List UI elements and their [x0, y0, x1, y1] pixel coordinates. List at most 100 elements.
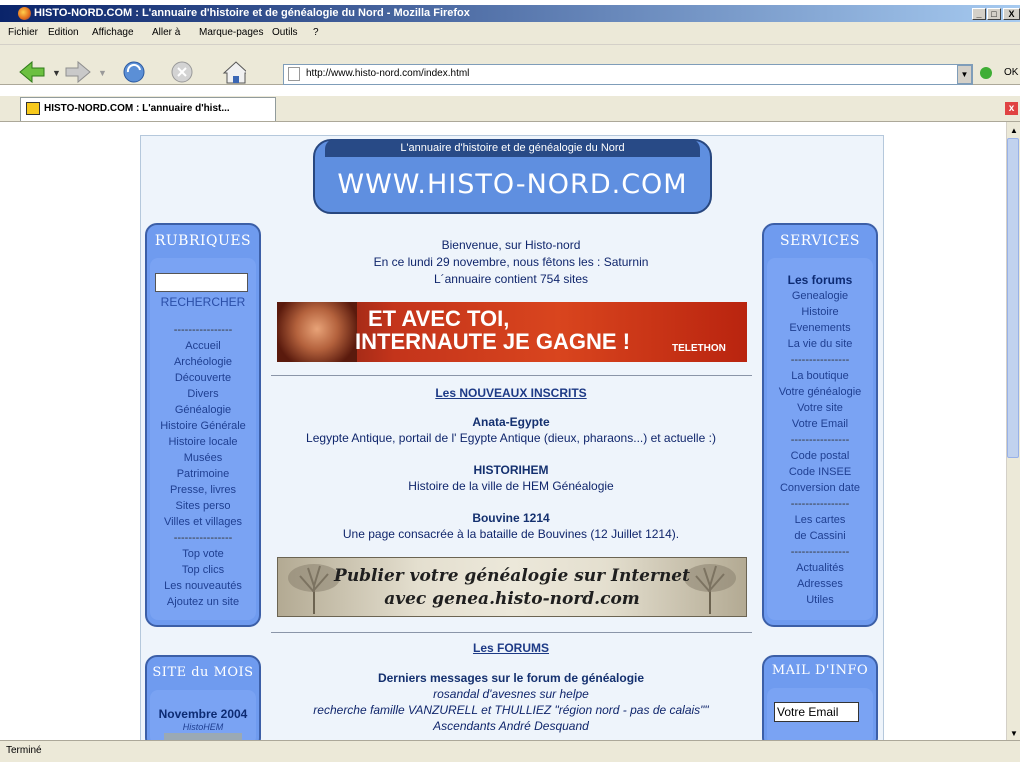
- service-item[interactable]: La vie du site: [762, 336, 878, 352]
- telethon-line1: ET AVEC TOI,: [368, 306, 510, 331]
- telethon-line2: INTERNAUTE JE GAGNE !: [355, 329, 631, 354]
- close-window-button[interactable]: X: [1003, 8, 1020, 20]
- rubrique-item[interactable]: Accueil: [150, 338, 256, 354]
- fete-line: En ce lundi 29 novembre, nous fêtons les…: [373, 255, 649, 269]
- rubrique-item[interactable]: Archéologie: [150, 354, 256, 370]
- forums-heading[interactable]: Les FORUMS: [268, 641, 754, 655]
- menu-marque-pages[interactable]: Marque-pages: [199, 27, 263, 38]
- email-field[interactable]: [774, 702, 859, 722]
- site-du-mois-thumbnail[interactable]: [164, 733, 242, 740]
- menu-help[interactable]: ?: [313, 27, 319, 38]
- service-item[interactable]: Votre site: [762, 400, 878, 416]
- service-item[interactable]: Utiles: [762, 592, 878, 608]
- search-input[interactable]: [155, 273, 248, 292]
- rubrique-item[interactable]: Presse, livres: [150, 482, 256, 498]
- service-item[interactable]: Evenements: [762, 320, 878, 336]
- tab-label[interactable]: HISTO-NORD.COM : L'annuaire d'hist...: [44, 103, 230, 114]
- rubrique-item[interactable]: Histoire locale: [150, 434, 256, 450]
- service-item[interactable]: Code INSEE: [762, 464, 878, 480]
- service-item[interactable]: Les cartes: [762, 512, 878, 528]
- divider-text: ----------------: [173, 324, 233, 336]
- welcome-line: Bienvenue, sur Histo-nord: [441, 238, 581, 252]
- rubrique-item[interactable]: Musées: [150, 450, 256, 466]
- banner-title[interactable]: WWW.HISTO-NORD.COM: [313, 160, 712, 210]
- menu-aller[interactable]: Aller à: [152, 27, 180, 38]
- service-forums[interactable]: Les forums: [762, 272, 878, 288]
- reload-icon[interactable]: [123, 61, 145, 83]
- publish-line2: avec genea.histo-nord.com: [384, 589, 640, 609]
- services-title: SERVICES: [779, 233, 860, 249]
- maximize-button[interactable]: □: [987, 8, 1001, 20]
- service-item[interactable]: Actualités: [762, 560, 878, 576]
- scroll-up-icon[interactable]: ▲: [1010, 126, 1018, 135]
- divider: [271, 632, 752, 633]
- stop-icon[interactable]: [171, 61, 193, 83]
- rubrique-item[interactable]: Découverte: [150, 370, 256, 386]
- rubrique-item[interactable]: Top clics: [150, 562, 256, 578]
- service-item[interactable]: Votre Email: [762, 416, 878, 432]
- menu-fichier[interactable]: Fichier: [8, 27, 38, 38]
- service-item[interactable]: Code postal: [762, 448, 878, 464]
- service-item[interactable]: Conversion date: [762, 480, 878, 496]
- rubrique-item[interactable]: Top vote: [150, 546, 256, 562]
- rubrique-item[interactable]: Généalogie: [150, 402, 256, 418]
- nouveaux-inscrits-heading[interactable]: Les NOUVEAUX INSCRITS: [268, 386, 754, 400]
- forum-message[interactable]: Ascendants André Desquand: [268, 719, 754, 733]
- menu-outils[interactable]: Outils: [272, 27, 298, 38]
- rubrique-item[interactable]: Divers: [150, 386, 256, 402]
- forum-message[interactable]: recherche famille VANZURELL et THULLIEZ …: [268, 703, 754, 717]
- inscrit-name[interactable]: Bouvine 1214: [268, 511, 754, 525]
- service-item[interactable]: Histoire: [762, 304, 878, 320]
- divider-text: ----------------: [173, 532, 233, 544]
- back-dropdown-icon[interactable]: ▼: [52, 68, 61, 78]
- rubrique-item[interactable]: Les nouveautés: [150, 578, 256, 594]
- site-du-mois-title: SITE du MOIS: [152, 665, 254, 680]
- site-count: L´annuaire contient 754 sites: [433, 272, 589, 286]
- go-button[interactable]: OK: [1004, 67, 1018, 78]
- rubrique-item[interactable]: Patrimoine: [150, 466, 256, 482]
- service-item[interactable]: Genealogie: [762, 288, 878, 304]
- forum-message[interactable]: rosandal d'avesnes sur helpe: [268, 687, 754, 701]
- rubrique-item[interactable]: Villes et villages: [150, 514, 256, 530]
- inscrit-desc: Une page consacrée à la bataille de Bouv…: [342, 527, 680, 541]
- lion-favicon-icon: [26, 102, 40, 115]
- service-item[interactable]: Adresses: [762, 576, 878, 592]
- forums-subheading: Derniers messages sur le forum de généal…: [377, 671, 645, 685]
- forward-icon[interactable]: [65, 60, 91, 84]
- window-title: HISTO-NORD.COM : L'annuaire d'histoire e…: [34, 7, 470, 19]
- rubrique-item[interactable]: Histoire Générale: [150, 418, 256, 434]
- divider: [271, 375, 752, 376]
- status-text: Terminé: [6, 745, 42, 756]
- scrollbar-thumb[interactable]: [1007, 138, 1019, 458]
- minimize-button[interactable]: _: [972, 8, 986, 20]
- inscrit-desc: Legypte Antique, portail de l' Egypte An…: [306, 431, 716, 445]
- home-icon[interactable]: [222, 61, 246, 84]
- menu-edition[interactable]: Edition: [48, 27, 79, 38]
- scroll-down-icon[interactable]: ▼: [1010, 729, 1018, 738]
- search-button[interactable]: RECHERCHER: [150, 294, 256, 310]
- divider-text: ----------------: [790, 354, 850, 366]
- rubrique-item[interactable]: Sites perso: [150, 498, 256, 514]
- telethon-logo: TELETHON: [672, 343, 726, 354]
- rubrique-item[interactable]: Ajoutez un site: [150, 594, 256, 610]
- service-item[interactable]: La boutique: [762, 368, 878, 384]
- url-dropdown-icon[interactable]: ▼: [957, 65, 972, 84]
- firefox-icon: [18, 7, 31, 20]
- address-url[interactable]: http://www.histo-nord.com/index.html: [306, 68, 469, 79]
- divider-text: ----------------: [790, 546, 850, 558]
- mail-title: MAIL D'INFO: [771, 663, 869, 678]
- inscrit-desc: Histoire de la ville de HEM Généalogie: [408, 479, 614, 493]
- publish-line1: Publier votre généalogie sur Internet: [334, 566, 690, 586]
- services-list: Les forums Genealogie Histoire Evenement…: [762, 272, 878, 608]
- menu-affichage[interactable]: Affichage: [92, 27, 134, 38]
- service-item[interactable]: de Cassini: [762, 528, 878, 544]
- banner-subtitle: L'annuaire d'histoire et de généalogie d…: [325, 139, 700, 157]
- close-tab-icon[interactable]: x: [1005, 102, 1018, 115]
- inscrit-name[interactable]: Anata-Egypte: [268, 415, 754, 429]
- back-icon[interactable]: [19, 60, 45, 84]
- forward-dropdown-icon[interactable]: ▼: [98, 68, 107, 78]
- divider-text: ----------------: [790, 434, 850, 446]
- service-item[interactable]: Votre généalogie: [762, 384, 878, 400]
- go-icon[interactable]: [980, 67, 992, 79]
- inscrit-name[interactable]: HISTORIHEM: [268, 463, 754, 477]
